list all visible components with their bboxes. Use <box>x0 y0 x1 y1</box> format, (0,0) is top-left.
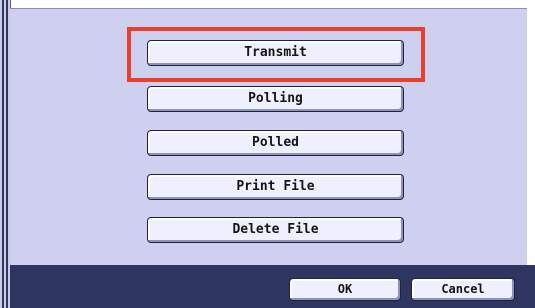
right-edge <box>527 8 535 265</box>
ok-button[interactable]: OK <box>289 278 401 301</box>
left-edge-line <box>2 0 4 308</box>
left-edge-line <box>6 0 8 308</box>
polling-button[interactable]: Polling <box>147 86 404 112</box>
print-file-button[interactable]: Print File <box>147 174 404 200</box>
top-strip <box>0 0 535 8</box>
delete-file-button[interactable]: Delete File <box>147 217 404 243</box>
transmit-button[interactable]: Transmit <box>147 40 404 66</box>
polled-button[interactable]: Polled <box>147 130 404 156</box>
fax-screen: Transmit Polling Polled Print File Delet… <box>0 0 535 308</box>
cancel-button[interactable]: Cancel <box>411 278 515 301</box>
